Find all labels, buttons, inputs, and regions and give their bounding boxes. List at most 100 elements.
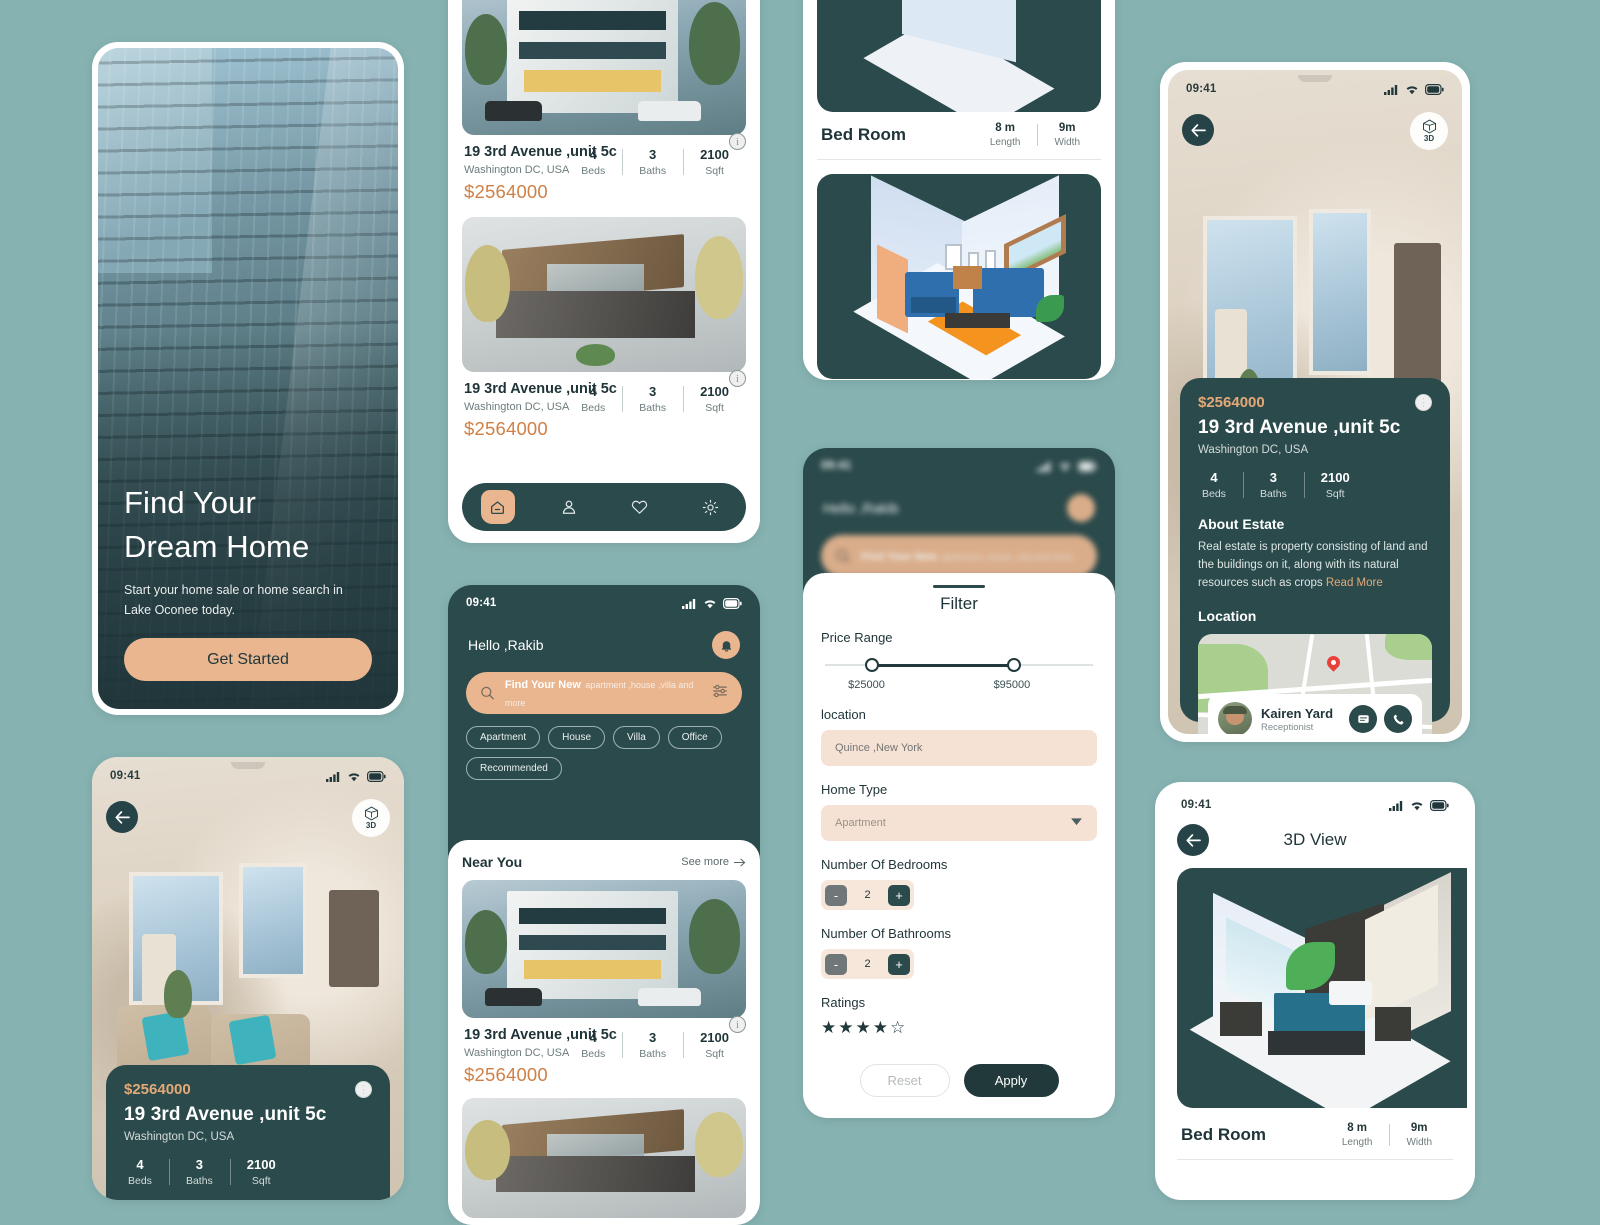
search-line-1-blurred: Find Your New xyxy=(861,551,937,563)
avatar xyxy=(1218,702,1252,734)
spec-sqft-value: 2100 xyxy=(700,384,729,399)
property-price-near-1: $2564000 xyxy=(464,1064,548,1085)
building-band-1 xyxy=(518,11,667,30)
spec-sqft-label: Sqft xyxy=(705,165,724,177)
property-photo-1[interactable] xyxy=(462,0,746,135)
property-photo-near-2[interactable] xyxy=(462,1098,746,1218)
slider-knob-min[interactable] xyxy=(865,658,880,672)
price-range-slider[interactable] xyxy=(825,653,1093,679)
call-button[interactable] xyxy=(1384,705,1412,734)
fireplace xyxy=(329,889,380,988)
onboarding-inner: Find Your Dream Home Start your home sal… xyxy=(98,48,398,709)
star-2[interactable]: ★ xyxy=(838,1018,853,1038)
chip-villa[interactable]: Villa xyxy=(613,726,660,749)
dresser xyxy=(1219,1002,1263,1036)
apply-button[interactable]: Apply xyxy=(963,1064,1059,1097)
dim-width-value: 9m xyxy=(1058,122,1076,134)
ratings-stars[interactable]: ★ ★ ★ ★ ☆ xyxy=(821,1018,1097,1038)
nav-favorites-icon[interactable] xyxy=(623,490,657,524)
message-button[interactable] xyxy=(1349,705,1377,734)
spec-beds-label: Beds xyxy=(581,165,606,177)
wifi-icon xyxy=(1411,801,1423,810)
bathrooms-decrement-button[interactable]: - xyxy=(825,953,847,975)
status-time: 09:41 xyxy=(110,770,141,782)
status-time: 09:41 xyxy=(1186,83,1217,95)
back-button[interactable] xyxy=(106,801,138,833)
bathrooms-group: Number Of Bathrooms - 2 + xyxy=(821,926,1097,979)
dim-length-value: 8 m xyxy=(1347,1122,1368,1134)
iso-bedroom[interactable] xyxy=(1177,868,1467,1108)
search-icon xyxy=(836,549,850,563)
chip-office[interactable]: Office xyxy=(667,726,722,749)
see-more-button[interactable]: See more xyxy=(681,856,746,868)
property-specs-1: 4 Beds 3 Baths 2100 Sqft xyxy=(577,147,746,177)
bathrooms-value: 2 xyxy=(864,958,871,970)
dim-length-value: 8 m xyxy=(995,122,1016,134)
star-5[interactable]: ☆ xyxy=(890,1018,905,1038)
spec-beds: 4 Beds xyxy=(124,1157,169,1187)
building-band-3 xyxy=(524,960,661,980)
tree-right xyxy=(689,1,741,86)
wall-frame-3 xyxy=(984,249,996,271)
property-photo-2[interactable] xyxy=(462,217,746,372)
nav-home-icon[interactable] xyxy=(480,490,515,524)
star-3[interactable]: ★ xyxy=(856,1018,871,1038)
more-options-button[interactable]: ⋮ xyxy=(355,1081,372,1098)
search-line-2-blurred: apartment ,house ,villa and more xyxy=(941,552,1073,562)
reset-button[interactable]: Reset xyxy=(859,1064,950,1097)
location-input[interactable] xyxy=(821,730,1097,766)
view-3d-button[interactable]: 3D xyxy=(352,799,390,837)
battery-icon xyxy=(1078,460,1097,472)
home-type-select[interactable]: Apartment xyxy=(821,805,1097,841)
bathrooms-increment-button[interactable]: + xyxy=(888,953,910,975)
room-dimensions: 8 m Length 9m Width xyxy=(1338,1122,1449,1148)
onboarding-title: Find Your Dream Home xyxy=(124,481,372,569)
location-heading: Location xyxy=(1198,608,1257,625)
spec-beds-value: 4 xyxy=(136,1157,144,1172)
nav-profile-icon[interactable] xyxy=(552,490,586,524)
about-heading: About Estate xyxy=(1198,516,1285,532)
search-line-1: Find Your New xyxy=(504,679,581,691)
chip-apartment[interactable]: Apartment xyxy=(466,726,541,749)
notch xyxy=(1298,75,1332,82)
spec-sqft-label: Sqft xyxy=(1325,488,1345,500)
notification-button[interactable] xyxy=(712,631,740,659)
bedrooms-increment-button[interactable]: + xyxy=(888,884,910,906)
property-specs: 4 Beds 3 Baths 2100 Sqft xyxy=(1198,470,1432,500)
tree-left xyxy=(464,910,508,974)
near-you-sheet: Near You See more i 19 3rd Avenue ,unit … xyxy=(448,840,760,1225)
read-more-link[interactable]: Read More xyxy=(1326,577,1383,589)
lower-volume xyxy=(496,1155,695,1192)
search-bar-blurred: Find Your New apartment ,house ,villa an… xyxy=(821,535,1097,577)
spec-sqft: 2100 Sqft xyxy=(1303,470,1367,500)
wifi-icon xyxy=(704,599,716,608)
onboarding-subtitle: Start your home sale or home search in L… xyxy=(124,583,343,617)
star-4[interactable]: ★ xyxy=(873,1018,888,1038)
get-started-button[interactable]: Get Started xyxy=(124,638,372,681)
bedrooms-decrement-button[interactable]: - xyxy=(825,884,847,906)
view-3d-label: 3D xyxy=(365,821,377,830)
iso-room-preview-top[interactable] xyxy=(817,0,1101,112)
nav-settings-icon[interactable] xyxy=(694,490,728,524)
view-3d-button[interactable]: 3D xyxy=(1410,112,1448,150)
property-photo-near-1[interactable] xyxy=(462,880,746,1018)
room-dimensions: 8 m Length 9m Width xyxy=(986,122,1097,148)
star-1[interactable]: ★ xyxy=(821,1018,836,1038)
location-group: location xyxy=(821,707,1097,766)
spec-baths-value: 3 xyxy=(649,384,657,399)
dim-width-label: Width xyxy=(1054,137,1080,148)
property-meta-1: i 19 3rd Avenue ,unit 5c Washington DC, … xyxy=(462,133,746,203)
heart-icon xyxy=(631,500,648,514)
iso-living-room[interactable] xyxy=(817,174,1101,379)
search-bar[interactable]: Find Your New apartment ,house ,villa an… xyxy=(466,672,742,714)
slider-knob-max[interactable] xyxy=(1007,658,1022,672)
back-button[interactable] xyxy=(1182,114,1214,146)
more-options-button[interactable]: ⋮ xyxy=(1415,394,1432,411)
back-button[interactable] xyxy=(1177,824,1209,856)
chip-recommended[interactable]: Recommended xyxy=(466,757,562,780)
location-map[interactable]: Kairen Yard Receptionist xyxy=(1198,634,1432,734)
spec-baths-value: 3 xyxy=(649,147,657,162)
sheet-grabber[interactable] xyxy=(933,585,985,588)
chip-house[interactable]: House xyxy=(548,726,606,749)
status-time: 09:41 xyxy=(466,597,497,609)
